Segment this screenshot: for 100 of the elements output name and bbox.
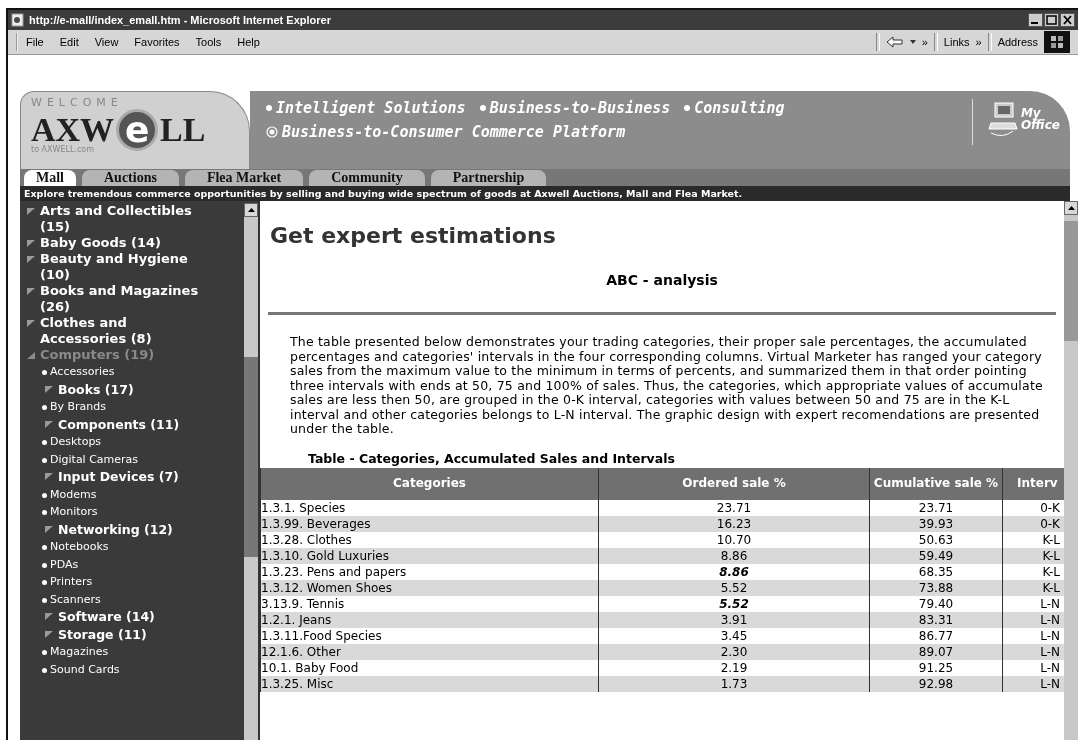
logo-emblem: e bbox=[116, 109, 159, 151]
dropdown-caret-icon[interactable] bbox=[909, 40, 916, 44]
column-header: Ordered sale % bbox=[598, 467, 870, 500]
collapsed-triangle-icon bbox=[44, 419, 54, 429]
table-cell: 3.13.9. Tennis bbox=[260, 595, 599, 612]
table-cell: 83.31 bbox=[869, 611, 1003, 628]
nav-tab[interactable]: Mall bbox=[24, 170, 76, 186]
table-cell: 59.49 bbox=[869, 547, 1003, 564]
table-cell: 79.40 bbox=[869, 595, 1003, 612]
subcategory-link[interactable]: Modems bbox=[50, 485, 97, 503]
subcategory-link[interactable]: Printers bbox=[50, 573, 93, 591]
table-cell: 10.70 bbox=[598, 531, 870, 548]
table-cell: 12.1.6. Other bbox=[260, 643, 599, 660]
table-cell: 86.77 bbox=[869, 627, 1003, 644]
logo-text: LL bbox=[160, 113, 206, 147]
minimize-icon[interactable] bbox=[1028, 13, 1043, 27]
table-cell: 1.73 bbox=[598, 675, 870, 692]
bullet-icon bbox=[684, 105, 691, 111]
column-header: Cumulative sale % bbox=[869, 467, 1003, 500]
nav-tab[interactable]: Auctions bbox=[82, 170, 179, 186]
radio-bullet-icon bbox=[266, 126, 278, 138]
nav-tab[interactable]: Partnership bbox=[430, 170, 547, 186]
subcategory-link[interactable]: Monitors bbox=[50, 503, 98, 521]
menu-item[interactable]: Help bbox=[237, 36, 260, 48]
bullet-icon bbox=[42, 580, 47, 585]
subcategory-link[interactable]: Scanners bbox=[50, 590, 101, 608]
address-label[interactable]: Address bbox=[997, 36, 1038, 48]
subcategory-link[interactable]: Networking (12) bbox=[58, 520, 173, 538]
bullet-icon bbox=[42, 457, 47, 463]
section-subtitle: ABC - analysis bbox=[605, 272, 719, 288]
collapsed-triangle-icon bbox=[44, 524, 54, 534]
subcategory-link[interactable]: Notebooks bbox=[50, 538, 109, 556]
scroll-up-icon[interactable] bbox=[247, 208, 255, 212]
more-chevron[interactable]: » bbox=[975, 36, 982, 48]
table-cell: 1.3.10. Gold Luxuries bbox=[260, 547, 599, 564]
subcategory-link[interactable]: Books (17) bbox=[58, 380, 134, 398]
scrollbar[interactable] bbox=[1064, 201, 1078, 740]
table-cell: 68.35 bbox=[869, 563, 1003, 580]
table-cell: 0-K bbox=[1002, 515, 1064, 532]
menu-item[interactable]: Edit bbox=[59, 36, 79, 48]
table-cell: 1.3.99. Beverages bbox=[260, 515, 599, 532]
logo-subtitle: to AXWELL.com bbox=[31, 145, 96, 154]
table-cell: K-L bbox=[1002, 579, 1064, 596]
links-label[interactable]: Links bbox=[943, 36, 970, 48]
subcategory-link[interactable]: Accessories bbox=[50, 363, 115, 381]
scrollbar[interactable] bbox=[244, 203, 258, 740]
scroll-thumb[interactable] bbox=[1064, 221, 1078, 341]
menu-item[interactable]: Tools bbox=[195, 36, 222, 48]
subcategory-link[interactable]: Desktops bbox=[50, 433, 102, 451]
bullet-icon bbox=[42, 510, 47, 515]
computer-icon[interactable] bbox=[986, 99, 1019, 139]
bullet-icon bbox=[266, 105, 272, 111]
table-cell: 89.07 bbox=[869, 643, 1003, 660]
welcome-text: WELCOME bbox=[31, 96, 124, 109]
menu-item[interactable]: File bbox=[26, 36, 44, 48]
table-cell: 1.3.12. Women Shoes bbox=[260, 579, 599, 596]
table-cell: 8.86 bbox=[598, 547, 870, 564]
close-icon[interactable] bbox=[1060, 13, 1075, 27]
table-cell: L-N bbox=[1002, 643, 1064, 660]
subcategory-link[interactable]: Components (11) bbox=[58, 415, 180, 433]
page-heading: Get expert estimations bbox=[270, 223, 557, 248]
menu-item[interactable]: Favorites bbox=[134, 36, 180, 48]
subcategory-link[interactable]: Software (14) bbox=[58, 608, 155, 626]
nav-tab[interactable]: Community bbox=[309, 170, 425, 186]
subcategory-link[interactable]: Magazines bbox=[50, 643, 109, 661]
bullet-icon bbox=[42, 650, 47, 655]
table-cell: 50.63 bbox=[869, 531, 1003, 548]
table-cell: 2.19 bbox=[598, 659, 870, 676]
bullet-icon bbox=[42, 562, 47, 568]
table-cell: 23.71 bbox=[598, 499, 870, 516]
scroll-up-icon[interactable] bbox=[1067, 206, 1075, 210]
subcategory-link[interactable]: Input Devices (7) bbox=[58, 468, 179, 486]
menu-item[interactable]: View bbox=[94, 36, 119, 48]
more-chevron[interactable]: » bbox=[921, 36, 928, 48]
maximize-icon[interactable] bbox=[1044, 13, 1059, 27]
subcategory-link[interactable]: PDAs bbox=[50, 555, 79, 573]
bullet-icon bbox=[42, 667, 47, 673]
subcategory-link[interactable]: Digital Cameras bbox=[50, 450, 139, 468]
table-cell: 1.3.1. Species bbox=[260, 499, 599, 516]
category-link[interactable]: Arts and Collectibles (15) bbox=[40, 203, 212, 235]
table-caption: Table - Categories, Accumulated Sales and Intervals bbox=[308, 450, 676, 466]
bullet-icon bbox=[42, 405, 47, 410]
category-link[interactable]: Books and Magazines (26) bbox=[40, 283, 212, 315]
scroll-thumb[interactable] bbox=[244, 357, 258, 557]
subcategory-link[interactable]: Storage (11) bbox=[58, 625, 147, 643]
category-link[interactable]: Beauty and Hygiene (10) bbox=[40, 251, 212, 283]
table-cell: 16.23 bbox=[598, 515, 870, 532]
category-link[interactable]: Baby Goods (14) bbox=[40, 235, 162, 251]
table-cell: 3.45 bbox=[598, 627, 870, 644]
back-arrow-icon[interactable] bbox=[885, 36, 904, 48]
subcategory-link[interactable]: By Brands bbox=[50, 398, 107, 416]
column-header: Categories bbox=[260, 467, 599, 500]
description-paragraph: The table presented below demonstrates your trading categories, their proper sale percentages, the accumulated percentages and categories' intervals in the four corresponding columns. Virtual Marketer has ranged your category sales from the maximum value to the minimum in terms of percents, and summarized them in that order pointing three intervals with ends at 50, 75 and 100% of sales. Thus, the categories, which appropriate values of accumulate sales are less then 50, are grouped in the 0-K interval, categories with values between 50 and 75 are in the K-L interval and other categories belongs to L-N interval. The graphic design with expert recomendations are presented under the table. bbox=[290, 335, 1044, 437]
collapsed-triangle-icon bbox=[44, 472, 54, 481]
category-link[interactable]: Clothes and Accessories (8) bbox=[40, 315, 212, 347]
table-cell: 73.88 bbox=[869, 579, 1003, 596]
table-cell: 1.3.23. Pens and papers bbox=[260, 563, 599, 580]
table-cell: L-N bbox=[1002, 675, 1064, 692]
nav-tab[interactable]: Flea Market bbox=[184, 170, 304, 186]
subcategory-link[interactable]: Sound Cards bbox=[50, 660, 120, 678]
